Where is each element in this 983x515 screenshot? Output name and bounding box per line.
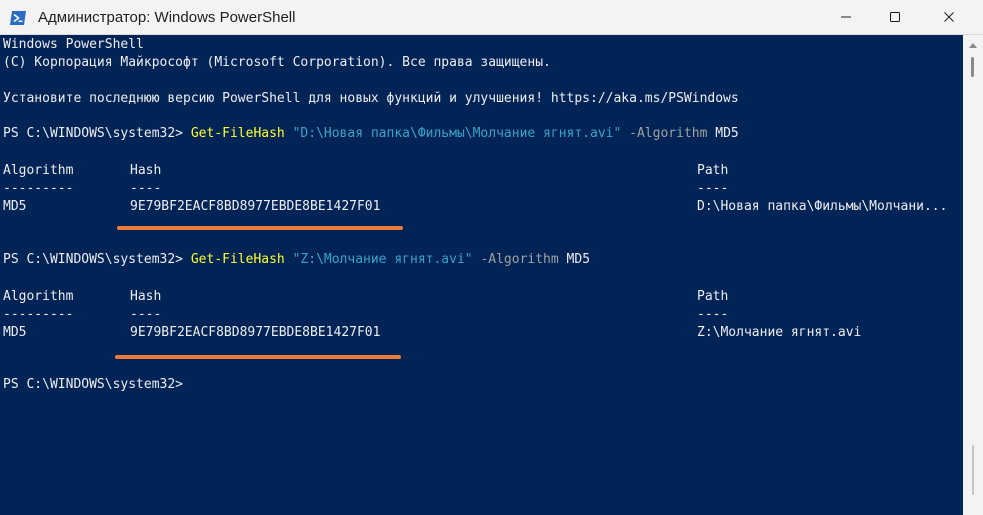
column-separator: ---- xyxy=(697,307,729,322)
cmdlet: Get-FileHash xyxy=(190,126,285,141)
window-title: Администратор: Windows PowerShell xyxy=(38,9,296,26)
path-argument: "D:\Новая папка\Фильмы\Молчание ягнят.av… xyxy=(292,126,622,141)
column-separator: --------- xyxy=(3,307,74,322)
command-line: PS C:\WINDOWS\system32> Get-FileHash "Z:… xyxy=(3,251,590,269)
command-line: PS C:\WINDOWS\system32> Get-FileHash "D:… xyxy=(3,125,739,143)
hash-highlight-underline xyxy=(117,226,403,230)
algorithm-parameter: -Algorithm xyxy=(480,252,559,267)
hash-highlight-underline xyxy=(115,355,401,359)
close-icon xyxy=(943,8,955,27)
close-button[interactable] xyxy=(921,0,976,35)
column-separator: ---- xyxy=(130,307,162,322)
prompt: PS C:\WINDOWS\system32> xyxy=(3,252,191,267)
column-header-hash: Hash xyxy=(130,289,162,304)
prompt: PS C:\WINDOWS\system32> xyxy=(3,126,191,141)
minimize-icon xyxy=(840,8,852,27)
banner-line: Установите последнюю версию PowerShell д… xyxy=(3,91,739,106)
algorithm-value: MD5 xyxy=(715,126,739,141)
console-output[interactable]: Windows PowerShell (C) Корпорация Майкро… xyxy=(0,35,963,515)
column-header-algorithm: Algorithm xyxy=(3,289,74,304)
algorithm-parameter: -Algorithm xyxy=(629,126,708,141)
cmdlet: Get-FileHash xyxy=(190,252,285,267)
powershell-window: Администратор: Windows PowerShell Window… xyxy=(0,0,983,515)
minimize-button[interactable] xyxy=(818,0,873,35)
scroll-up-arrow-icon[interactable] xyxy=(969,43,977,48)
result-algorithm: MD5 xyxy=(3,199,27,214)
result-path: Z:\Молчание ягнят.avi xyxy=(697,325,862,340)
scroll-track[interactable] xyxy=(972,445,974,495)
column-separator: ---- xyxy=(697,181,729,196)
title-bar[interactable]: Администратор: Windows PowerShell xyxy=(0,0,983,35)
maximize-icon xyxy=(889,8,901,27)
result-path: D:\Новая папка\Фильмы\Молчани... xyxy=(697,199,948,214)
column-header-hash: Hash xyxy=(130,163,162,178)
column-separator: --------- xyxy=(3,181,74,196)
result-algorithm: MD5 xyxy=(3,325,27,340)
command-prompt[interactable]: PS C:\WINDOWS\system32> xyxy=(3,376,183,394)
path-argument: "Z:\Молчание ягнят.avi" xyxy=(292,252,473,267)
algorithm-value: MD5 xyxy=(566,252,591,267)
result-hash: 9E79BF2EACF8BD8977EBDE8BE1427F01 xyxy=(130,325,381,340)
banner-line: Windows PowerShell xyxy=(3,37,144,52)
column-header-path: Path xyxy=(697,163,729,178)
maximize-button[interactable] xyxy=(867,0,922,35)
column-separator: ---- xyxy=(130,181,162,196)
result-hash: 9E79BF2EACF8BD8977EBDE8BE1427F01 xyxy=(130,199,381,214)
vertical-scrollbar[interactable] xyxy=(963,35,983,515)
banner-line: (C) Корпорация Майкрософт (Microsoft Cor… xyxy=(3,55,551,70)
scroll-thumb[interactable] xyxy=(971,57,974,77)
powershell-icon xyxy=(9,9,27,27)
column-header-path: Path xyxy=(697,289,729,304)
column-header-algorithm: Algorithm xyxy=(3,163,74,178)
